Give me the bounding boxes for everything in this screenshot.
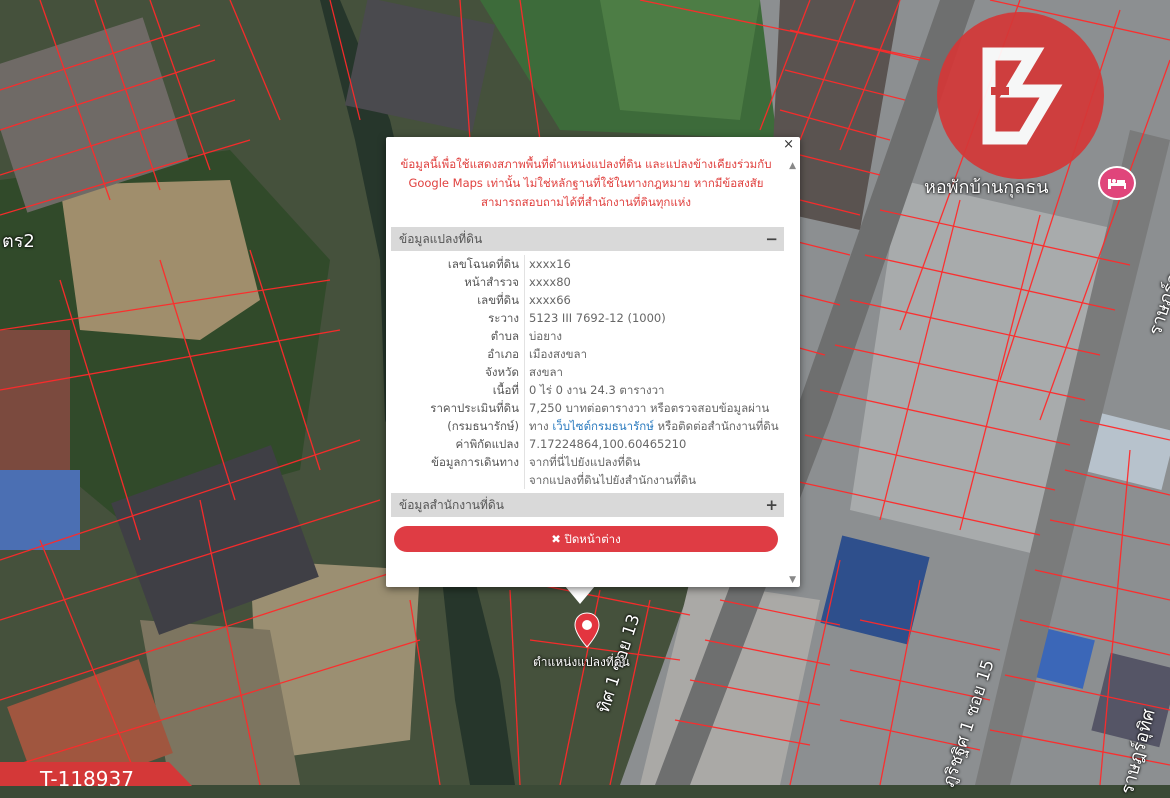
field-value: 5123 III 7692-12 (1000) [529, 311, 666, 325]
row-province: จังหวัด สงขลา [391, 363, 784, 381]
pin-label: ตำแหน่งแปลงที่ดิน [533, 655, 630, 669]
land-info-popup: × ▲ ข้อมูลนี้เพื่อใช้แสดงสภาพพื้นที่ตำแห… [386, 137, 800, 587]
reference-code-tag: T-118937 [0, 762, 192, 786]
expand-icon[interactable]: + [765, 493, 778, 517]
section-title: ข้อมูลแปลงที่ดิน [399, 232, 483, 246]
treasury-website-link[interactable]: เว็บไซต์กรมธนารักษ์ [552, 419, 654, 433]
row-directions-cont: จากแปลงที่ดินไปยังสำนักงานที่ดิน [391, 471, 784, 489]
field-label: จังหวัด [485, 365, 519, 379]
field-value: สงขลา [529, 365, 564, 379]
field-label: เลขที่ดิน [477, 293, 519, 307]
row-appraisal-cont: (กรมธนารักษ์) ทาง เว็บไซต์กรมธนารักษ์ หรื… [391, 417, 784, 435]
dormitory-bed-icon[interactable] [1098, 166, 1136, 200]
popup-pointer [565, 586, 595, 604]
close-button-label: ปิดหน้าต่าง [564, 532, 621, 546]
section-header-land-info[interactable]: ข้อมูลแปลงที่ดิน − [391, 227, 784, 251]
row-area: เนื้อที่ 0 ไร่ 0 งาน 24.3 ตารางวา [391, 381, 784, 399]
row-appraisal: ราคาประเมินที่ดิน 7,250 บาทต่อตารางวา หรื… [391, 399, 784, 417]
field-value: 0 ไร่ 0 งาน 24.3 ตารางวา [529, 383, 665, 397]
row-district: อำเภอ เมืองสงขลา [391, 345, 784, 363]
poi-label: หอพักบ้านกุลธน [924, 177, 1049, 198]
field-label: ข้อมูลการเดินทาง [431, 455, 519, 469]
scroll-down-arrow-icon[interactable]: ▼ [789, 575, 796, 585]
directions-to-office-link[interactable]: จากแปลงที่ดินไปยังสำนักงานที่ดิน [529, 471, 696, 489]
field-label: เนื้อที่ [492, 383, 519, 397]
field-label: อำเภอ [487, 347, 519, 361]
brand-logo [937, 12, 1104, 179]
row-directions: ข้อมูลการเดินทาง จากที่นี่ไปยังแปลงที่ดิน [391, 453, 784, 471]
field-value: xxxx66 [529, 293, 571, 307]
field-label: ตำบล [490, 329, 519, 343]
land-info-table: เลขโฉนดที่ดิน xxxx16 หน้าสำรวจ xxxx80 เลขท… [391, 255, 784, 489]
close-window-button[interactable]: ✖ ปิดหน้าต่าง [394, 526, 778, 552]
field-value: ทาง เว็บไซต์กรมธนารักษ์ หรือติดต่อสำนักง… [529, 417, 779, 435]
disclaimer-text: ข้อมูลนี้เพื่อใช้แสดงสภาพพื้นที่ตำแหน่งแ… [400, 157, 772, 209]
field-value: เมืองสงขลา [529, 347, 588, 361]
close-icon: ✖ [551, 532, 561, 546]
road-label-left: ตร2 [2, 231, 35, 252]
collapse-icon[interactable]: − [765, 227, 778, 251]
appraisal-suffix: หรือติดต่อสำนักงานที่ดิน [653, 419, 779, 433]
field-label: ค่าพิกัดแปลง [455, 437, 519, 451]
row-map-sheet: ระวาง 5123 III 7692-12 (1000) [391, 309, 784, 327]
row-coordinates: ค่าพิกัดแปลง 7.17224864,100.60465210 [391, 435, 784, 453]
location-pin-icon[interactable] [574, 612, 600, 648]
popup-close-icon[interactable]: × [783, 138, 794, 152]
field-label: (กรมธนารักษ์) [447, 419, 519, 433]
field-label: ระวาง [488, 311, 519, 325]
directions-to-parcel-link[interactable]: จากที่นี่ไปยังแปลงที่ดิน [529, 453, 640, 471]
field-label: เลขโฉนดที่ดิน [447, 257, 519, 271]
field-label: หน้าสำรวจ [464, 275, 519, 289]
row-survey-page: หน้าสำรวจ xxxx80 [391, 273, 784, 291]
row-subdistrict: ตำบล บ่อยาง [391, 327, 784, 345]
field-value: xxxx80 [529, 275, 571, 289]
coordinates-link[interactable]: 7.17224864,100.60465210 [529, 435, 686, 453]
field-value: xxxx16 [529, 257, 571, 271]
field-value: 7,250 บาทต่อตารางวา หรือตรวจสอบข้อมูลผ่า… [529, 401, 770, 415]
scroll-up-arrow-icon[interactable]: ▲ [789, 161, 796, 171]
row-deed-no: เลขโฉนดที่ดิน xxxx16 [391, 255, 784, 273]
field-label: ราคาประเมินที่ดิน [430, 401, 519, 415]
section-header-land-office[interactable]: ข้อมูลสำนักงานที่ดิน + [391, 493, 784, 517]
row-land-no: เลขที่ดิน xxxx66 [391, 291, 784, 309]
field-value: บ่อยาง [529, 329, 563, 343]
brand-logo-icon [982, 47, 1062, 144]
appraisal-prefix: ทาง [529, 419, 553, 433]
section-title: ข้อมูลสำนักงานที่ดิน [399, 498, 504, 512]
